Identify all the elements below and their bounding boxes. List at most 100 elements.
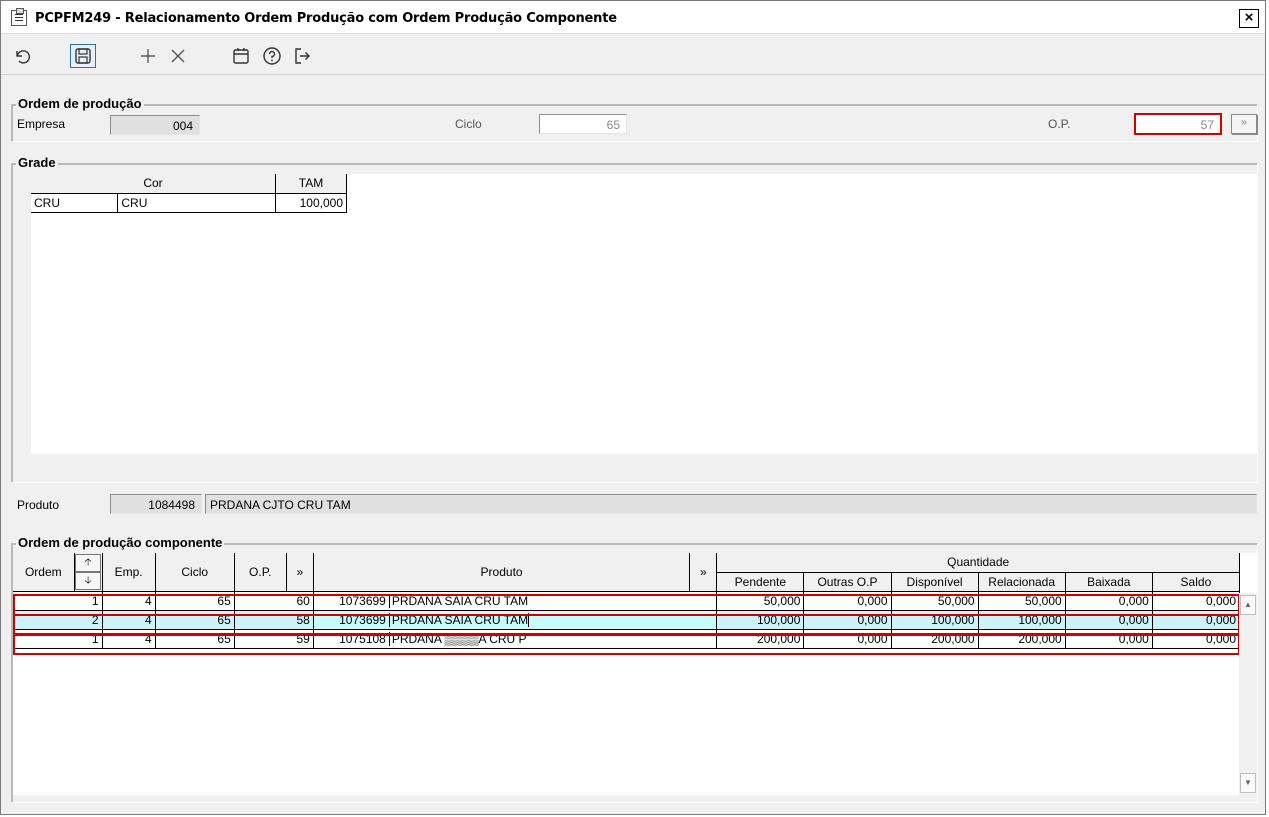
produto-label: Produto [17,498,60,512]
op-cell[interactable]: 58 [234,610,314,630]
toolbar [1,35,1265,75]
ciclo-cell[interactable]: 65 [155,629,235,649]
pendente-header[interactable]: Pendente [716,572,805,592]
ciclo-label: Ciclo [455,117,482,131]
outras-op-cell[interactable]: 0,000 [803,591,892,611]
empresa-label: Empresa [17,117,66,131]
saldo-cell[interactable]: 0,000 [1152,591,1241,611]
baixada-cell[interactable]: 0,000 [1065,610,1153,630]
ciclo-header[interactable]: Ciclo [155,553,235,592]
op-lookup-button[interactable]: » [1231,114,1257,134]
app-document-icon [11,8,27,26]
lookup-arrows-icon: » [1241,117,1247,128]
produto-code: 1073699 [314,593,390,608]
save-button[interactable] [70,44,96,68]
saldo-cell[interactable]: 0,000 [1152,610,1241,630]
saldo-cell[interactable]: 0,000 [1152,629,1241,649]
title-bar: PCPFM249 - Relacionamento Ordem Produção… [1,1,1265,34]
ordem-cell[interactable]: 2 [13,610,103,630]
undo-button[interactable] [9,44,35,68]
disponivel-cell[interactable]: 200,000 [891,629,979,649]
sort-down-button[interactable]: 🡣 [75,571,102,590]
emp-cell[interactable]: 4 [102,610,156,630]
plus-icon [141,49,155,63]
sort-up-button[interactable]: 🡡 [75,553,102,572]
tam-header[interactable]: TAM [275,174,347,194]
op-cell[interactable]: 59 [234,629,314,649]
componente-title: Ordem de produção componente [16,535,225,550]
op-label: O.P. [1048,117,1071,131]
expand-produto-button[interactable]: » [689,553,718,592]
ciclo-field[interactable]: 65 [539,114,627,134]
ciclo-cell[interactable]: 65 [155,591,235,611]
arrow-down-icon: 🡣 [84,574,92,586]
outras-op-cell[interactable]: 0,000 [803,610,892,630]
op-field[interactable]: 57 [1134,113,1222,135]
relacionada-header[interactable]: Relacionada [978,572,1066,592]
pendente-cell[interactable]: 100,000 [716,610,805,630]
saldo-header[interactable]: Saldo [1152,572,1241,592]
relacionada-cell[interactable]: 100,000 [978,610,1066,630]
pendente-cell[interactable]: 50,000 [716,591,805,611]
relacionada-cell[interactable]: 200,000 [978,629,1066,649]
ordem-header[interactable]: Ordem [13,553,75,592]
emp-cell[interactable]: 4 [102,591,156,611]
close-button[interactable]: × [1239,9,1259,28]
arrow-up-icon: 🡡 [84,556,92,568]
scroll-up-icon[interactable]: ▲ [1240,595,1256,615]
scroll-down-icon[interactable]: ▼ [1240,773,1256,793]
produto-code: 1075108 [314,631,390,646]
table-row[interactable]: 1 4 65 60 1073699 PRDANA SAIA CRU TAM 50,… [13,591,1241,611]
delete-button[interactable] [165,44,191,68]
expand-op-button[interactable]: » [286,553,314,592]
exit-button[interactable] [289,44,315,68]
baixada-header[interactable]: Baixada [1065,572,1153,592]
tam-cell[interactable]: 100,000 [275,193,347,213]
table-row[interactable]: 2 4 65 58 1073699 PRDANA SAIA CRU TAM 100… [13,610,1241,630]
disponivel-cell[interactable]: 50,000 [891,591,979,611]
calendar-button[interactable] [228,44,254,68]
relacionada-cell[interactable]: 50,000 [978,591,1066,611]
undo-icon [16,50,31,64]
produto-code: 1073699 [314,612,390,627]
table-row[interactable]: 1 4 65 59 1075108 PRDANA ▒▒▒▒A CRU P 200,… [13,629,1241,649]
help-button[interactable] [259,44,285,68]
ordem-cell[interactable]: 1 [13,591,103,611]
produto-cell[interactable]: 1073699 PRDANA SAIA CRU TAM [313,610,718,630]
outras-op-cell[interactable]: 0,000 [803,629,892,649]
quantidade-header: Quantidade [716,553,1240,573]
componente-grid: Ordem 🡡 🡣 Emp. Ciclo O.P. » Produto » Qu… [13,553,1257,795]
cor-header[interactable]: Cor [31,174,277,194]
ordem-cell[interactable]: 1 [13,629,103,649]
op-cell[interactable]: 60 [234,591,314,611]
baixada-cell[interactable]: 0,000 [1065,591,1153,611]
baixada-cell[interactable]: 0,000 [1065,629,1153,649]
vertical-scrollbar[interactable]: ▲ ▼ [1239,593,1257,795]
pendente-cell[interactable]: 200,000 [716,629,805,649]
produto-code-field[interactable]: 1084498 [110,494,202,514]
close-x-icon [171,49,185,63]
op-header[interactable]: O.P. [234,553,287,592]
disponivel-header[interactable]: Disponível [891,572,979,592]
ciclo-cell[interactable]: 65 [155,610,235,630]
produto-desc: PRDANA ▒▒▒▒A CRU P [391,631,527,646]
help-icon [263,47,281,65]
disponivel-cell[interactable]: 100,000 [891,610,979,630]
cor-desc-cell[interactable]: CRU [117,193,277,213]
sort-buttons: 🡡 🡣 [74,553,103,592]
table-row[interactable]: CRU CRU 100,000 [31,193,347,213]
emp-cell[interactable]: 4 [102,629,156,649]
produto-cell[interactable]: 1075108 PRDANA ▒▒▒▒A CRU P [313,629,718,649]
produto-desc-field[interactable]: PRDANA CJTO CRU TAM [205,494,1257,514]
emp-header[interactable]: Emp. [102,553,156,592]
exit-icon [295,48,310,64]
produto-header[interactable]: Produto [313,553,691,592]
cor-code-cell[interactable]: CRU [31,193,119,213]
empresa-field[interactable]: 004 [110,115,200,135]
grade-title: Grade [16,155,58,170]
produto-cell[interactable]: 1073699 PRDANA SAIA CRU TAM [313,591,718,611]
calendar-icon [233,48,249,64]
grade-grid: Cor TAM CRU CRU 100,000 [31,174,1257,454]
add-button[interactable] [135,44,161,68]
outras-op-header[interactable]: Outras O.P [803,572,892,592]
